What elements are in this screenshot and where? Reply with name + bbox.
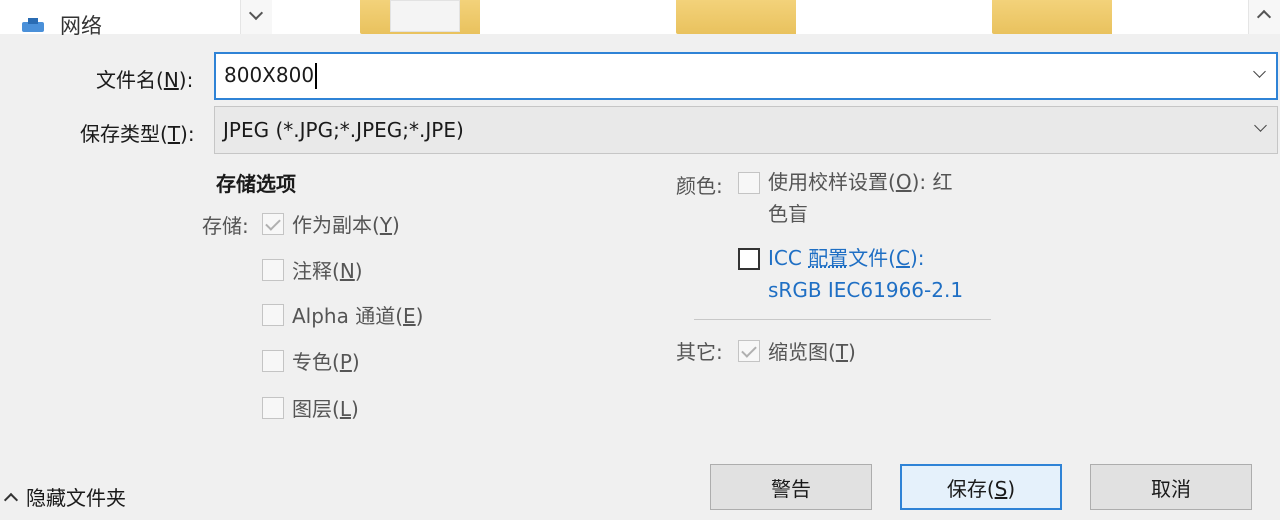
chevron-down-icon	[248, 5, 264, 21]
filename-value: 800X800	[224, 62, 315, 87]
icc-profile-value: sRGB IEC61966-2.1	[768, 278, 964, 302]
filetype-dropdown-button[interactable]	[1247, 107, 1277, 153]
layers-label: 图层(L)	[292, 397, 359, 421]
option-alpha-channel[interactable]: Alpha 通道(E)	[262, 300, 423, 329]
options-divider	[694, 319, 991, 320]
filename-dropdown-button[interactable]	[1246, 53, 1276, 99]
save-button-label: 保存(S)	[946, 476, 1016, 501]
chevron-down-icon	[1254, 119, 1267, 132]
option-annotations[interactable]: 注释(N)	[262, 255, 363, 284]
hide-folders-toggle[interactable]: 隐藏文件夹	[3, 482, 126, 511]
folder-thumbnail[interactable]	[360, 0, 480, 34]
filetype-select[interactable]: JPEG (*.JPG;*.JPEG;*.JPE)	[214, 106, 1278, 154]
warning-button-label: 警告	[771, 476, 811, 501]
text-caret	[315, 63, 318, 90]
document-icon	[390, 0, 460, 32]
file-browser-strip: 网络	[0, 0, 1280, 38]
warning-button[interactable]: 警告	[710, 464, 872, 510]
storage-options-title: 存储选项	[216, 172, 296, 196]
option-layers[interactable]: 图层(L)	[262, 393, 359, 422]
annotations-checkbox[interactable]	[262, 258, 284, 281]
filename-label: 文件名(N):	[96, 68, 194, 92]
save-button[interactable]: 保存(S)	[900, 464, 1062, 510]
thumbnail-checkbox[interactable]	[738, 339, 760, 362]
as-copy-label: 作为副本(Y)	[292, 213, 400, 237]
nav-item-network[interactable]: 网络	[22, 10, 102, 40]
option-as-copy[interactable]: 作为副本(Y)	[262, 209, 400, 238]
network-icon	[22, 18, 52, 32]
annotations-label: 注释(N)	[292, 259, 363, 283]
hide-folders-label: 隐藏文件夹	[26, 486, 126, 510]
scrollbar[interactable]	[1248, 0, 1280, 34]
chevron-up-icon	[3, 492, 19, 507]
option-thumbnail[interactable]: 缩览图(T)	[738, 336, 856, 365]
cancel-button[interactable]: 取消	[1090, 464, 1252, 510]
icc-profile-label: ICC 配置文件(C): sRGB IEC61966-2.1	[768, 246, 964, 302]
option-spot-color[interactable]: 专色(P)	[262, 346, 360, 375]
alpha-channel-label: Alpha 通道(E)	[292, 304, 424, 328]
proof-setup-label: 使用校样设置(O): 红 色盲	[768, 170, 953, 226]
icc-profile-checkbox[interactable]	[738, 248, 760, 270]
cancel-button-label: 取消	[1151, 476, 1191, 501]
nav-item-network-label: 网络	[60, 14, 102, 38]
other-label: 其它:	[676, 340, 723, 364]
as-copy-checkbox[interactable]	[262, 212, 284, 235]
color-label: 颜色:	[676, 174, 723, 198]
nav-scroll-button[interactable]	[240, 0, 272, 34]
chevron-down-icon	[1256, 9, 1272, 25]
folder-thumbnail[interactable]	[992, 0, 1112, 34]
store-label: 存储:	[202, 214, 249, 238]
option-icc-profile[interactable]: ICC 配置文件(C): sRGB IEC61966-2.1	[738, 246, 963, 306]
spot-color-checkbox[interactable]	[262, 349, 284, 372]
alpha-channel-checkbox[interactable]	[262, 303, 284, 326]
icc-profile-link[interactable]: 配置	[808, 246, 848, 270]
navigation-pane: 网络	[0, 0, 272, 38]
filename-input[interactable]: 800X800	[214, 52, 1278, 100]
spot-color-label: 专色(P)	[292, 350, 360, 374]
proof-setup-checkbox[interactable]	[738, 172, 760, 194]
filetype-label: 保存类型(T):	[80, 122, 195, 146]
folder-thumbnail[interactable]	[676, 0, 796, 34]
filetype-value: JPEG (*.JPG;*.JPEG;*.JPE)	[223, 118, 464, 142]
option-proof-setup[interactable]: 使用校样设置(O): 红 色盲	[738, 170, 952, 230]
layers-checkbox[interactable]	[262, 396, 284, 419]
thumbnail-label: 缩览图(T)	[768, 340, 856, 364]
chevron-down-icon	[1253, 65, 1266, 78]
